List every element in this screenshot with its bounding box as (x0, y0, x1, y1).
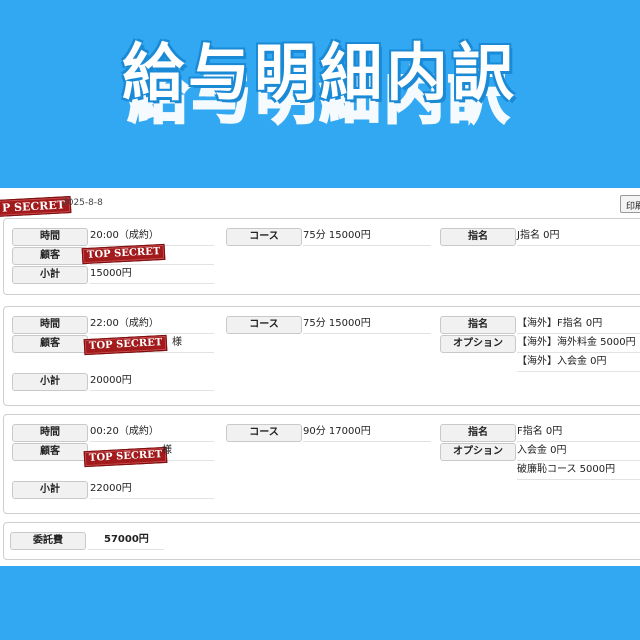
customer-label: 顧客 (12, 335, 88, 353)
entry-card-2: 時間 22:00（成約） 顧客 TOP SECRET 様 小計 20000円 コ… (3, 306, 640, 406)
nomination-value: J指名 0円 (517, 228, 640, 246)
nomination-label: 指名 (440, 316, 516, 334)
time-label: 時間 (12, 424, 88, 442)
course-value: 90分 17000円 (303, 424, 431, 442)
option-value: 破廉恥コース 5000円 (517, 462, 640, 480)
subtotal-label: 小計 (12, 266, 88, 284)
payslip-header: P SECRET 2025-8-8 印刷 (0, 188, 640, 218)
time-value: 22:00（成約） (90, 316, 214, 334)
page-title-banner: 給与明細内訳 給与明細内訳 (0, 18, 640, 134)
customer-secret-stamp: TOP SECRET (81, 243, 166, 265)
subtotal-value: 20000円 (90, 373, 214, 391)
customer-secret-stamp: TOP SECRET (83, 334, 168, 356)
subtotal-label: 小計 (12, 373, 88, 391)
customer-value: TOP SECRET 様 (83, 334, 214, 356)
customer-value: TOP SECRET (81, 243, 214, 265)
payslip-panel: P SECRET 2025-8-8 印刷 時間 20:00（成約） 顧客 TOP… (0, 188, 640, 566)
time-label: 時間 (12, 316, 88, 334)
course-label: コース (226, 424, 302, 442)
customer-label: 顧客 (12, 443, 88, 461)
nomination-value: 【海外】F指名 0円 (517, 316, 640, 334)
time-value: 20:00（成約） (90, 228, 214, 246)
customer-value: TOP SECRET 様 (83, 443, 214, 468)
commission-card: 委託費 57000円 (3, 522, 640, 560)
print-button[interactable]: 印刷 (620, 195, 640, 213)
option-label: オプション (440, 335, 516, 353)
page-title: 給与明細内訳 (121, 36, 518, 109)
nomination-label: 指名 (440, 424, 516, 442)
customer-label: 顧客 (12, 247, 88, 265)
commission-label: 委託費 (10, 532, 86, 550)
customer-honorific: 様 (162, 445, 172, 456)
course-label: コース (226, 316, 302, 334)
commission-value: 57000円 (88, 532, 164, 550)
customer-honorific: 様 (172, 337, 182, 348)
course-value: 75分 15000円 (303, 228, 431, 246)
customer-secret-stamp: TOP SECRET (83, 446, 168, 468)
option-label: オプション (440, 443, 516, 461)
option-value: 【海外】海外料金 5000円 (517, 335, 640, 353)
entry-card-3: 時間 00:20（成約） 顧客 TOP SECRET 様 小計 22000円 コ… (3, 414, 640, 514)
course-value: 75分 15000円 (303, 316, 431, 334)
subtotal-label: 小計 (12, 481, 88, 499)
time-value: 00:20（成約） (90, 424, 214, 442)
nomination-value: F指名 0円 (517, 424, 640, 442)
subtotal-value: 22000円 (90, 481, 214, 499)
nomination-label: 指名 (440, 228, 516, 246)
option-value: 【海外】入会金 0円 (517, 354, 640, 372)
course-label: コース (226, 228, 302, 246)
subtotal-value: 15000円 (90, 266, 214, 284)
option-value: 入会金 0円 (517, 443, 640, 461)
time-label: 時間 (12, 228, 88, 246)
top-secret-stamp: P SECRET (0, 196, 72, 217)
entry-card-1: 時間 20:00（成約） 顧客 TOP SECRET 小計 15000円 コース… (3, 218, 640, 295)
payslip-date: 2025-8-8 (62, 198, 103, 208)
